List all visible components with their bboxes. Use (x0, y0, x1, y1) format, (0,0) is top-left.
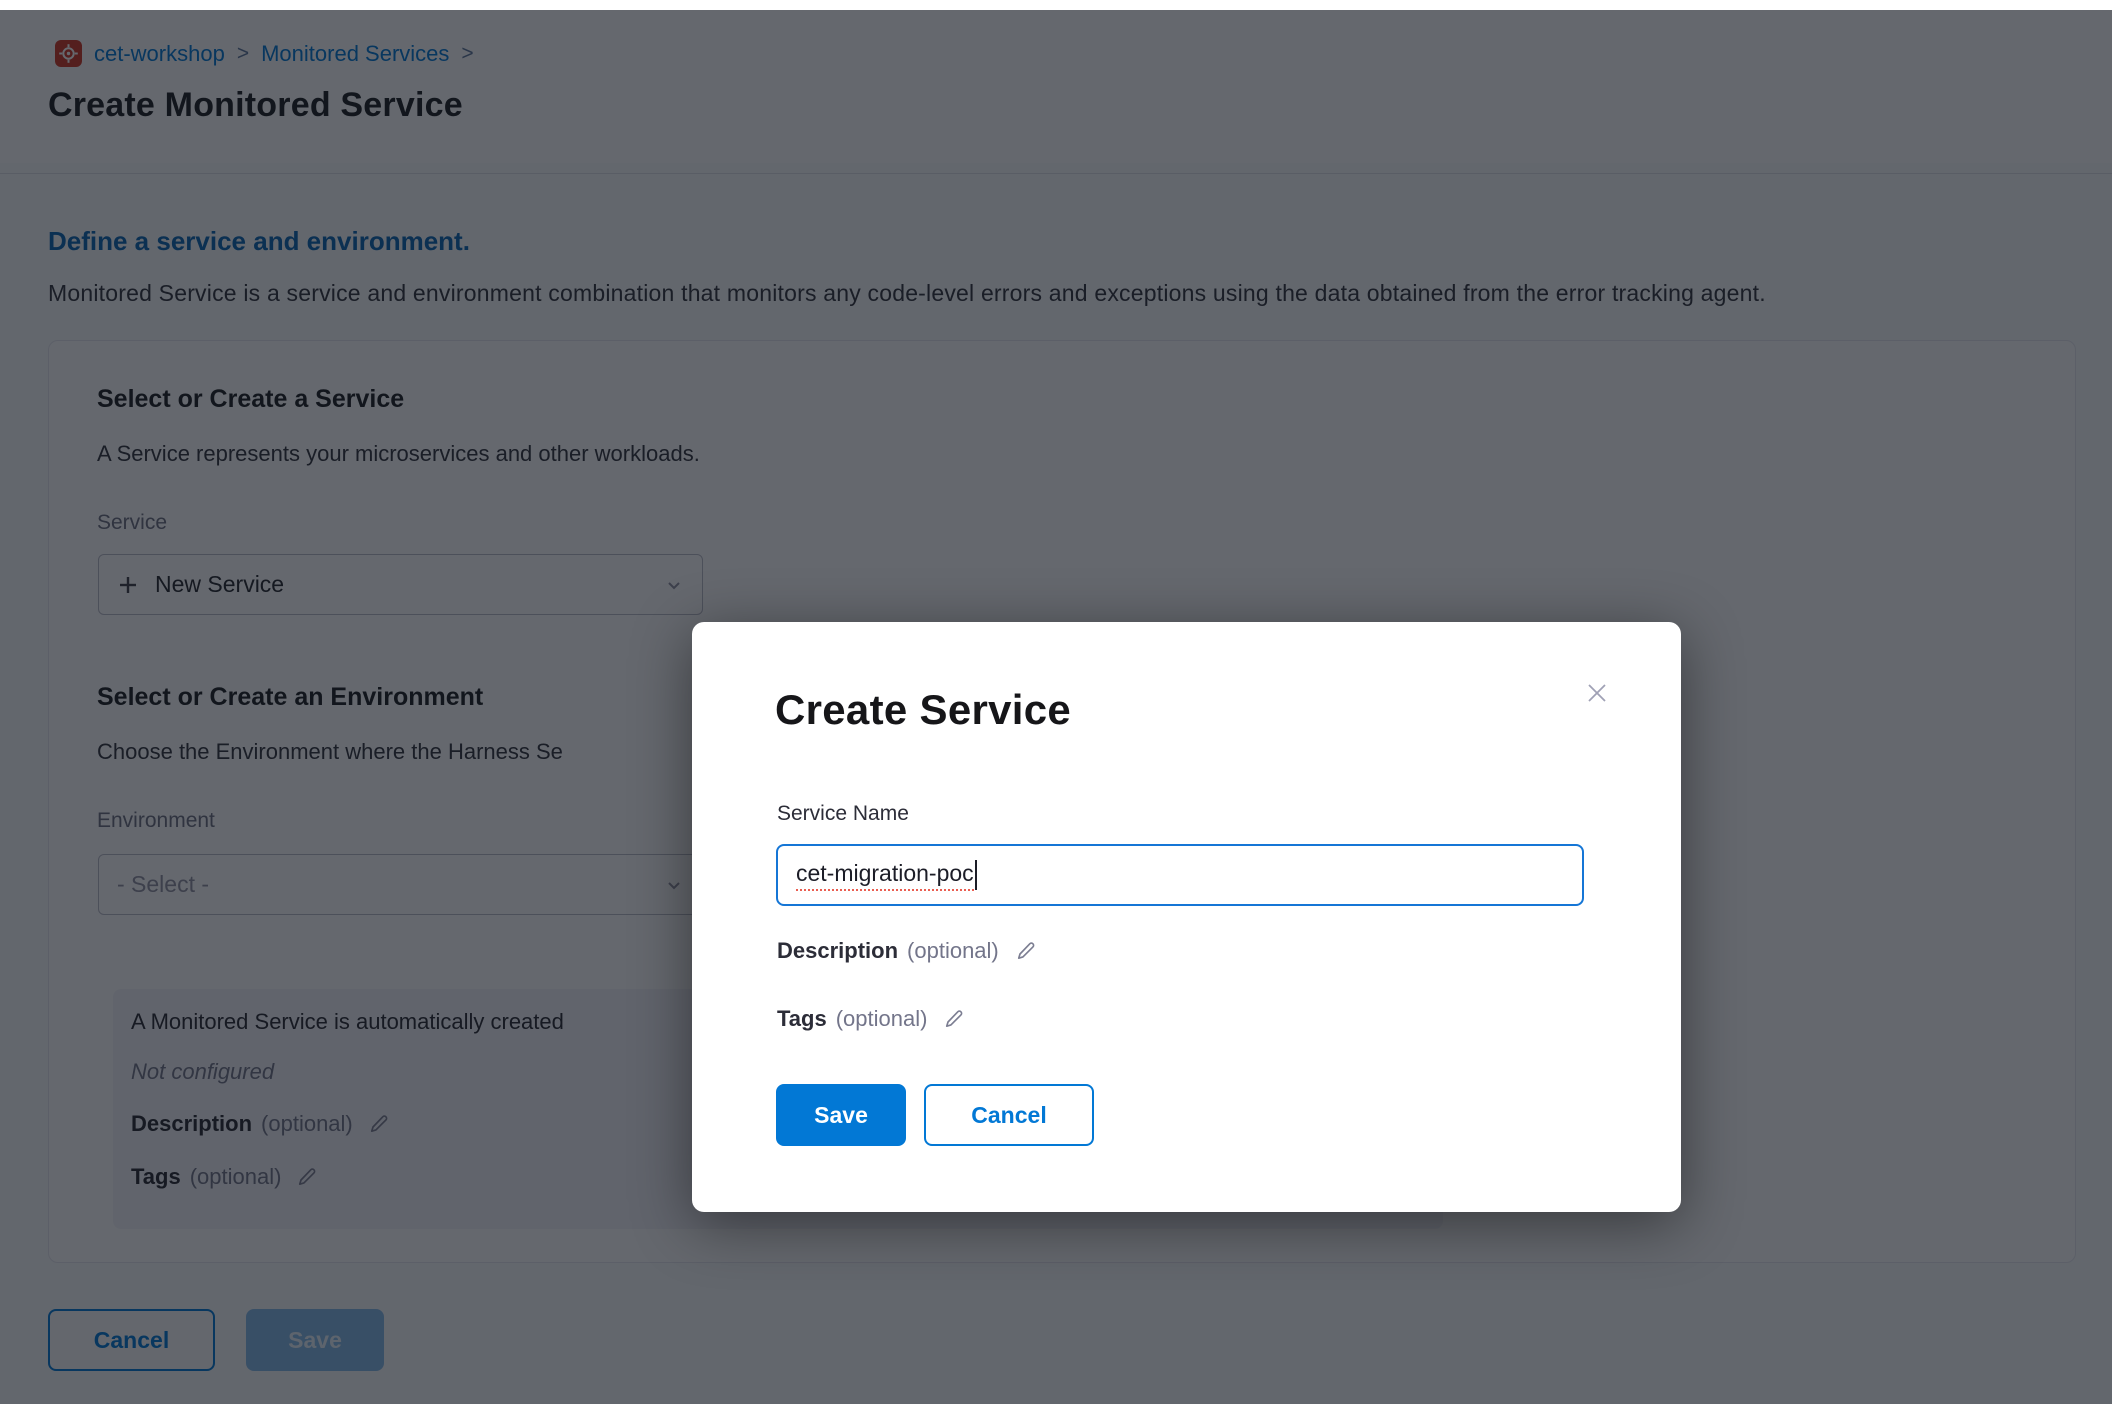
modal-description-row: Description (optional) (777, 938, 1040, 964)
text-caret (975, 860, 977, 890)
create-service-modal: Create Service Service Name cet-migratio… (692, 622, 1681, 1212)
service-name-input[interactable]: cet-migration-poc (776, 844, 1584, 906)
close-icon[interactable] (1580, 676, 1614, 710)
modal-tags-row: Tags (optional) (777, 1006, 968, 1032)
edit-pencil-icon[interactable] (943, 1007, 968, 1032)
optional-suffix: (optional) (907, 938, 999, 964)
edit-pencil-icon[interactable] (1015, 939, 1040, 964)
optional-suffix: (optional) (836, 1006, 928, 1032)
service-name-label: Service Name (777, 802, 909, 826)
screen: cet-workshop > Monitored Services > Crea… (0, 0, 2112, 1404)
tags-label: Tags (777, 1006, 827, 1032)
modal-cancel-button[interactable]: Cancel (924, 1084, 1094, 1146)
modal-save-button[interactable]: Save (776, 1084, 906, 1146)
service-name-value: cet-migration-poc (796, 860, 974, 891)
modal-title: Create Service (775, 686, 1071, 734)
description-label: Description (777, 938, 898, 964)
